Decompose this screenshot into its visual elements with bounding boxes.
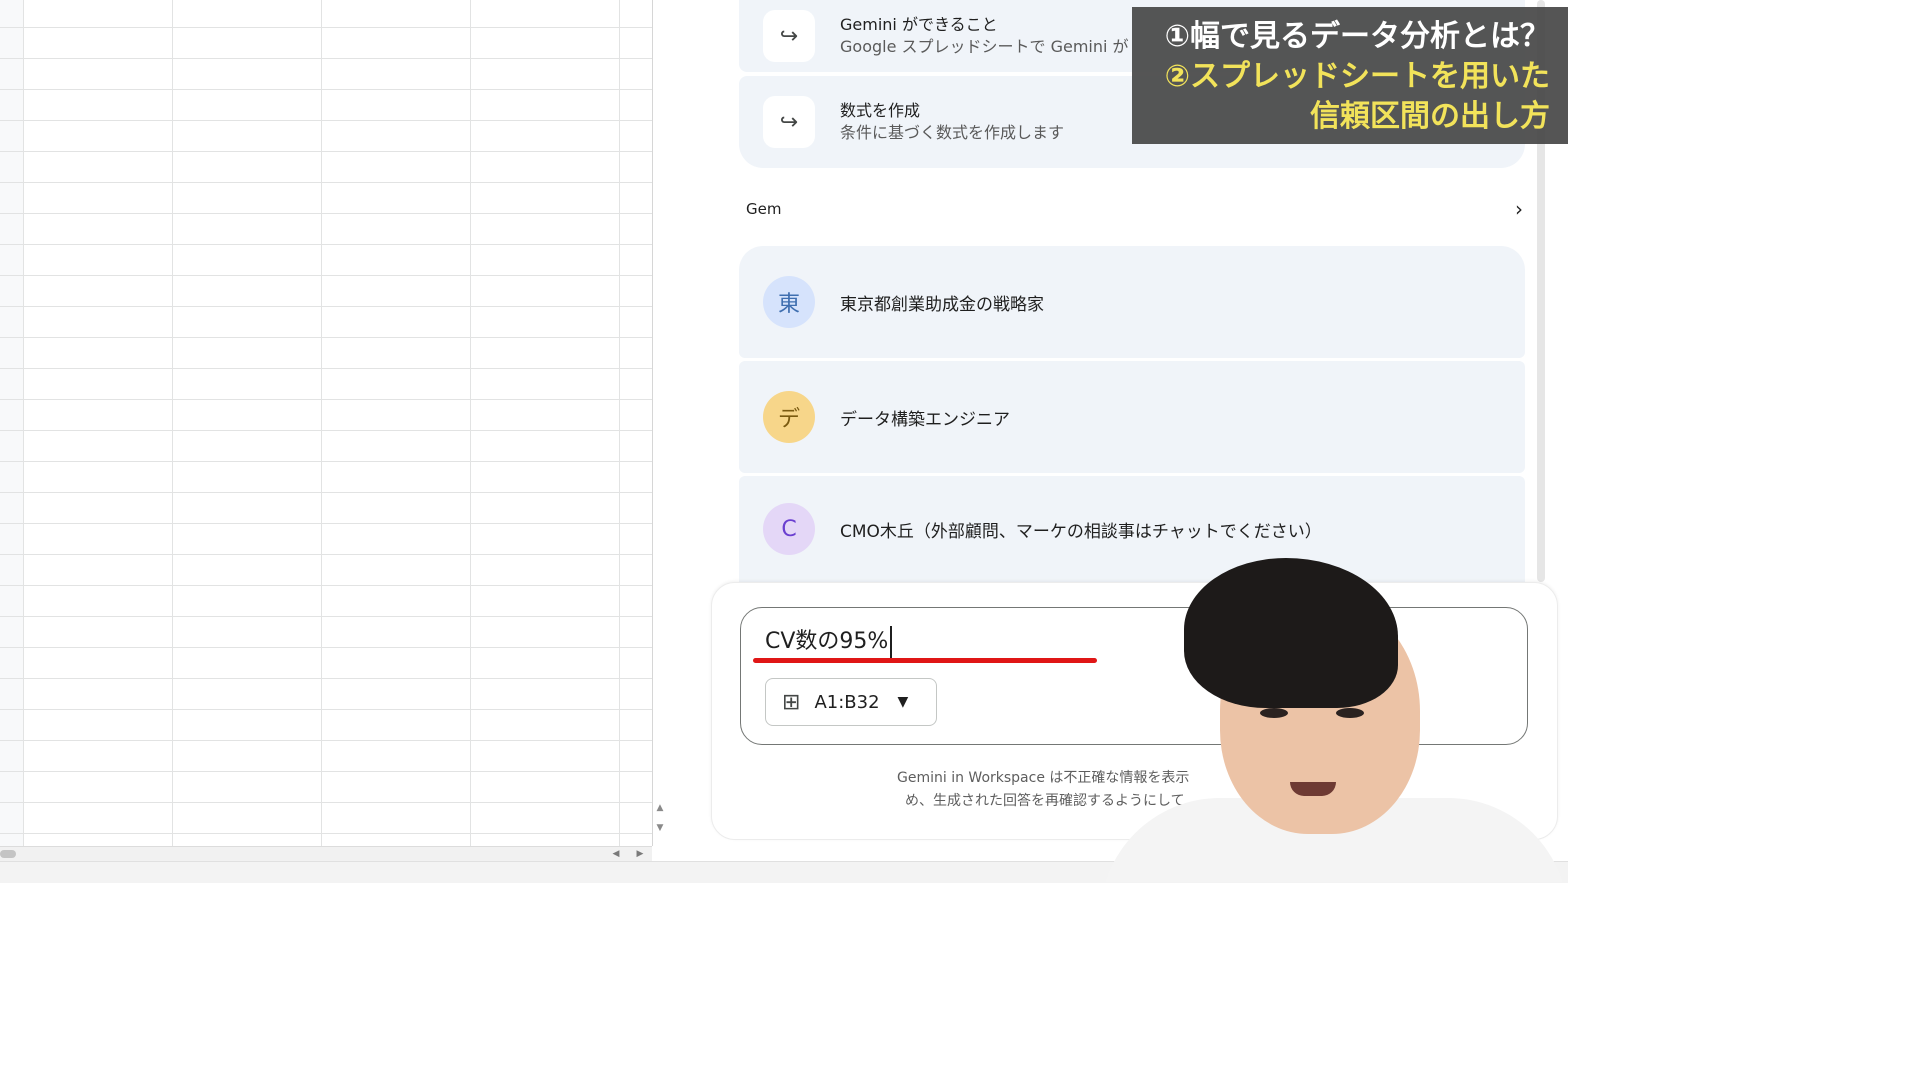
scroll-left-icon[interactable]: ◀ xyxy=(608,847,624,861)
spreadsheet-grid[interactable] xyxy=(0,0,653,846)
gem-name: CMO木丘（外部顧問、マーケの相談事はチャットでください） xyxy=(840,521,1322,542)
gem-section-header[interactable]: Gem › xyxy=(746,196,1523,222)
chevron-right-icon[interactable]: › xyxy=(1515,197,1523,221)
scrollbar-thumb[interactable] xyxy=(0,850,16,858)
suggestion-subtitle: 条件に基づく数式を作成します xyxy=(840,123,1065,142)
video-title-overlay: ①幅で見るデータ分析とは？ ②スプレッドシートを用いた 信頼区間の出し方 xyxy=(1132,7,1568,144)
gem-name: データ構築エンジニア xyxy=(840,409,1010,430)
overlay-line-1: ①幅で見るデータ分析とは？ xyxy=(1164,19,1550,54)
horizontal-scrollbar[interactable]: ◀ ▶ xyxy=(0,846,652,861)
arrow-forward-icon: ↪ xyxy=(763,10,815,62)
gem-item-startup-grant-strategist[interactable]: 東 東京都創業助成金の戦略家 xyxy=(739,246,1525,358)
prompt-input[interactable]: CV数の95% xyxy=(765,626,893,658)
cell-grid[interactable] xyxy=(0,0,652,846)
range-value: A1:B32 xyxy=(814,691,880,713)
vertical-scroll-arrows[interactable]: ▲ ▼ xyxy=(652,798,668,842)
arrow-forward-icon: ↪ xyxy=(763,96,815,148)
overlay-line-3: 信頼区間の出し方 xyxy=(1310,99,1550,134)
suggestion-title: 数式を作成 xyxy=(840,101,921,120)
scroll-up-icon[interactable]: ▲ xyxy=(652,798,668,818)
gem-avatar: 東 xyxy=(763,276,815,328)
gem-item-data-engineer[interactable]: デ データ構築エンジニア xyxy=(739,361,1525,473)
presenter-webcam xyxy=(1100,558,1568,882)
range-selector[interactable]: ⊞ A1:B32 ▼ xyxy=(765,678,937,726)
scroll-down-icon[interactable]: ▼ xyxy=(652,818,668,838)
scroll-right-icon[interactable]: ▶ xyxy=(632,847,648,861)
suggestion-title: Gemini ができること xyxy=(840,15,998,34)
suggestion-subtitle: Google スプレッドシートで Gemini が xyxy=(840,37,1129,56)
gem-section-label: Gem xyxy=(746,200,782,218)
red-underline-annotation xyxy=(753,658,1097,663)
gem-avatar: デ xyxy=(763,391,815,443)
overlay-line-2: ②スプレッドシートを用いた xyxy=(1164,59,1550,94)
gem-avatar: C xyxy=(763,503,815,555)
table-icon: ⊞ xyxy=(782,689,801,715)
gem-name: 東京都創業助成金の戦略家 xyxy=(840,294,1044,315)
dropdown-arrow-icon[interactable]: ▼ xyxy=(898,694,909,710)
